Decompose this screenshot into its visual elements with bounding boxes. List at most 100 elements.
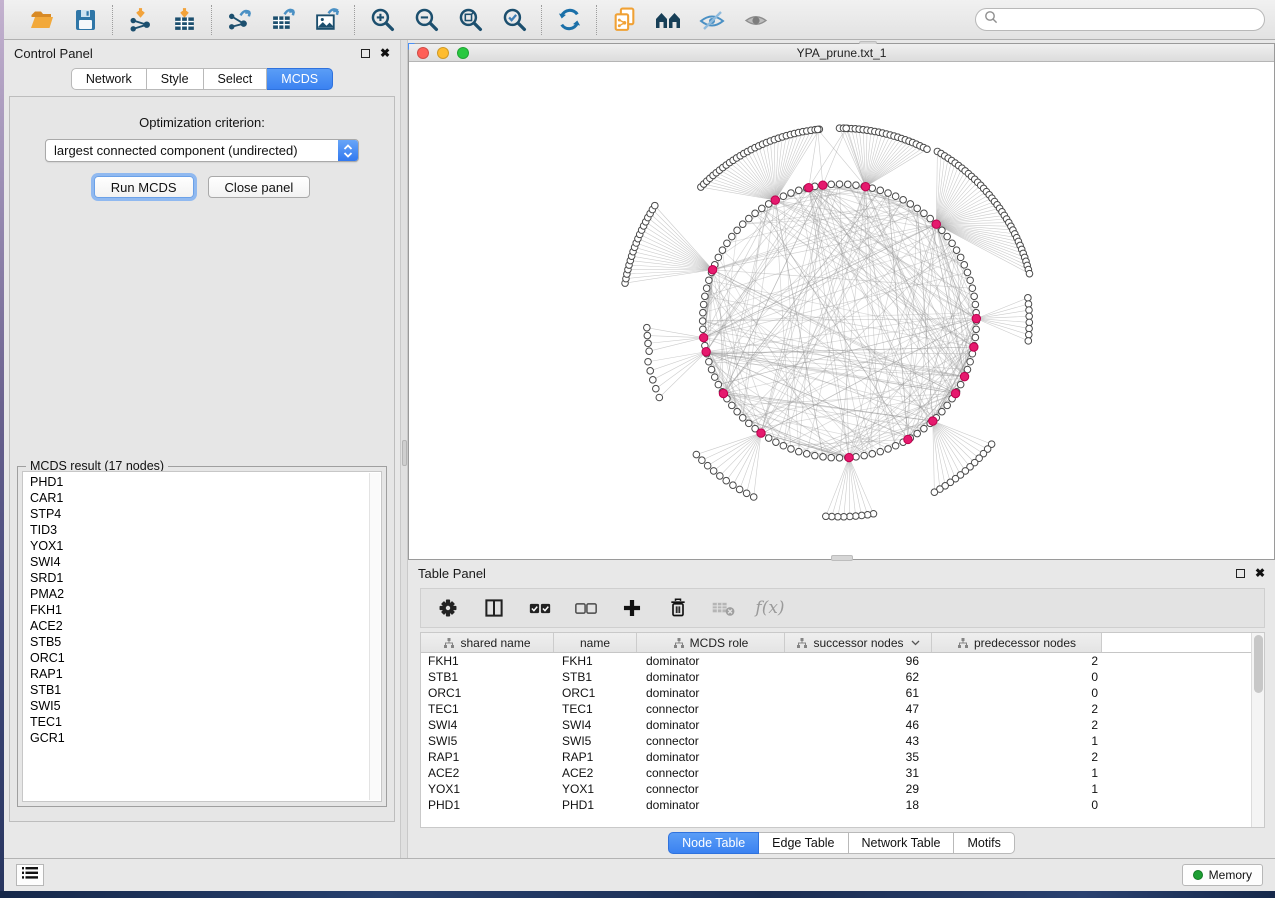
mcds-tab-content: Optimization criterion: largest connecte…	[9, 96, 395, 822]
mcds-result-item[interactable]: GCR1	[30, 730, 367, 746]
mcds-result-item[interactable]: PHD1	[30, 474, 367, 490]
hide-selected-button[interactable]	[697, 5, 727, 35]
search-box[interactable]	[975, 8, 1265, 31]
mcds-result-item[interactable]: FKH1	[30, 602, 367, 618]
mcds-result-item[interactable]: SWI5	[30, 698, 367, 714]
vertical-splitter-handle[interactable]	[402, 440, 407, 466]
mcds-result-item[interactable]: TEC1	[30, 714, 367, 730]
table-scrollbar[interactable]	[1251, 633, 1264, 827]
column-header-predecessor-nodes[interactable]: predecessor nodes	[932, 633, 1102, 652]
table-row[interactable]: SWI5 SWI5 connector 43 1	[421, 733, 1264, 749]
table-row[interactable]: SWI4 SWI4 dominator 46 2	[421, 717, 1264, 733]
table-row[interactable]: ORC1 ORC1 dominator 61 0	[421, 685, 1264, 701]
cell-shared-name: SWI4	[421, 718, 554, 732]
main-toolbar	[4, 0, 1275, 40]
mcds-result-item[interactable]: PMA2	[30, 586, 367, 602]
mcds-result-item[interactable]: TID3	[30, 522, 367, 538]
tab-motifs[interactable]: Motifs	[954, 832, 1014, 854]
zoom-fit-button[interactable]	[455, 5, 485, 35]
column-header-successor-nodes[interactable]: successor nodes	[785, 633, 932, 652]
close-table-panel-icon[interactable]: ✖	[1255, 567, 1265, 579]
refresh-layout-button[interactable]	[554, 5, 584, 35]
mcds-result-item[interactable]: RAP1	[30, 666, 367, 682]
tab-mcds[interactable]: MCDS	[267, 68, 333, 90]
show-columns-button[interactable]	[481, 595, 507, 621]
zoom-group	[355, 5, 541, 35]
table-row[interactable]: STB1 STB1 dominator 62 0	[421, 669, 1264, 685]
run-mcds-button[interactable]: Run MCDS	[94, 176, 194, 198]
column-header-name[interactable]: name	[554, 633, 637, 652]
import-network-button[interactable]	[125, 5, 155, 35]
mcds-result-item[interactable]: ORC1	[30, 650, 367, 666]
first-neighbors-button[interactable]	[653, 5, 683, 35]
table-row[interactable]: ACE2 ACE2 connector 31 1	[421, 765, 1264, 781]
network-window-title: YPA_prune.txt_1	[409, 46, 1274, 60]
mcds-result-item[interactable]: SRD1	[30, 570, 367, 586]
show-all-button[interactable]	[741, 5, 771, 35]
table-scrollbar-thumb[interactable]	[1254, 635, 1263, 693]
open-folder-icon	[28, 7, 55, 33]
network-canvas[interactable]	[409, 62, 1274, 559]
tab-network-table[interactable]: Network Table	[849, 832, 955, 854]
save-session-button[interactable]	[70, 5, 100, 35]
network-graph-svg[interactable]	[409, 62, 1274, 559]
tab-edge-table[interactable]: Edge Table	[759, 832, 848, 854]
tab-select[interactable]: Select	[204, 68, 268, 90]
select-all-rows-button[interactable]	[527, 595, 553, 621]
table-row[interactable]: FKH1 FKH1 dominator 96 2	[421, 653, 1264, 669]
mcds-result-group: MCDS result (17 nodes) PHD1CAR1STP4TID3Y…	[17, 466, 387, 807]
mcds-result-item[interactable]: STB1	[30, 682, 367, 698]
search-input[interactable]	[1003, 13, 1256, 27]
close-panel-icon[interactable]: ✖	[380, 47, 390, 59]
table-row[interactable]: RAP1 RAP1 dominator 35 2	[421, 749, 1264, 765]
column-header-mcds-role[interactable]: MCDS role	[637, 633, 785, 652]
zoom-selected-button[interactable]	[499, 5, 529, 35]
cell-shared-name: YOX1	[421, 782, 554, 796]
tab-node-table[interactable]: Node Table	[668, 832, 759, 854]
delete-column-button[interactable]	[665, 595, 691, 621]
table-body[interactable]: FKH1 FKH1 dominator 96 2 STB1 STB1 domin…	[421, 653, 1264, 827]
export-table-button[interactable]	[268, 5, 298, 35]
table-options-button[interactable]	[435, 595, 461, 621]
import-table-button[interactable]	[169, 5, 199, 35]
criterion-dropdown[interactable]: largest connected component (undirected)	[45, 139, 359, 162]
mcds-result-item[interactable]: STB5	[30, 634, 367, 650]
close-panel-button[interactable]: Close panel	[208, 176, 311, 198]
vertical-splitter[interactable]	[400, 40, 408, 858]
export-network-button[interactable]	[224, 5, 254, 35]
float-table-panel-icon[interactable]	[1236, 569, 1245, 578]
new-network-from-selection-button[interactable]	[609, 5, 639, 35]
tab-style[interactable]: Style	[147, 68, 204, 90]
table-toolbar: f(x)	[420, 588, 1265, 628]
tab-network[interactable]: Network	[71, 68, 147, 90]
zoom-in-button[interactable]	[367, 5, 397, 35]
mcds-result-item[interactable]: YOX1	[30, 538, 367, 554]
cell-name: RAP1	[554, 750, 637, 764]
deselect-all-rows-button[interactable]	[573, 595, 599, 621]
float-panel-icon[interactable]	[361, 49, 370, 58]
mcds-result-item[interactable]: STP4	[30, 506, 367, 522]
table-row[interactable]: TEC1 TEC1 connector 47 2	[421, 701, 1264, 717]
function-builder-button[interactable]: f(x)	[757, 595, 783, 621]
mcds-result-item[interactable]: ACE2	[30, 618, 367, 634]
table-row[interactable]: PHD1 PHD1 dominator 18 0	[421, 797, 1264, 813]
open-session-button[interactable]	[26, 5, 56, 35]
control-panel-titlebar: Control Panel ✖	[4, 40, 400, 66]
zoom-out-button[interactable]	[411, 5, 441, 35]
cell-successor-nodes: 35	[785, 750, 932, 764]
control-panel-title: Control Panel	[14, 46, 361, 61]
network-window-titlebar[interactable]: YPA_prune.txt_1	[409, 44, 1274, 62]
new-column-button[interactable]	[619, 595, 645, 621]
mcds-result-list[interactable]: PHD1CAR1STP4TID3YOX1SWI4SRD1PMA2FKH1ACE2…	[22, 471, 382, 802]
memory-button[interactable]: Memory	[1182, 864, 1263, 886]
task-history-button[interactable]	[16, 864, 44, 886]
mcds-list-scrollbar[interactable]	[369, 473, 380, 800]
delete-table-button[interactable]	[711, 595, 737, 621]
mcds-result-item[interactable]: CAR1	[30, 490, 367, 506]
table-row[interactable]: YOX1 YOX1 connector 29 1	[421, 781, 1264, 797]
export-image-button[interactable]	[312, 5, 342, 35]
column-header-shared-name[interactable]: shared name	[421, 633, 554, 652]
cell-successor-nodes: 46	[785, 718, 932, 732]
gear-icon	[437, 597, 459, 619]
mcds-result-item[interactable]: SWI4	[30, 554, 367, 570]
